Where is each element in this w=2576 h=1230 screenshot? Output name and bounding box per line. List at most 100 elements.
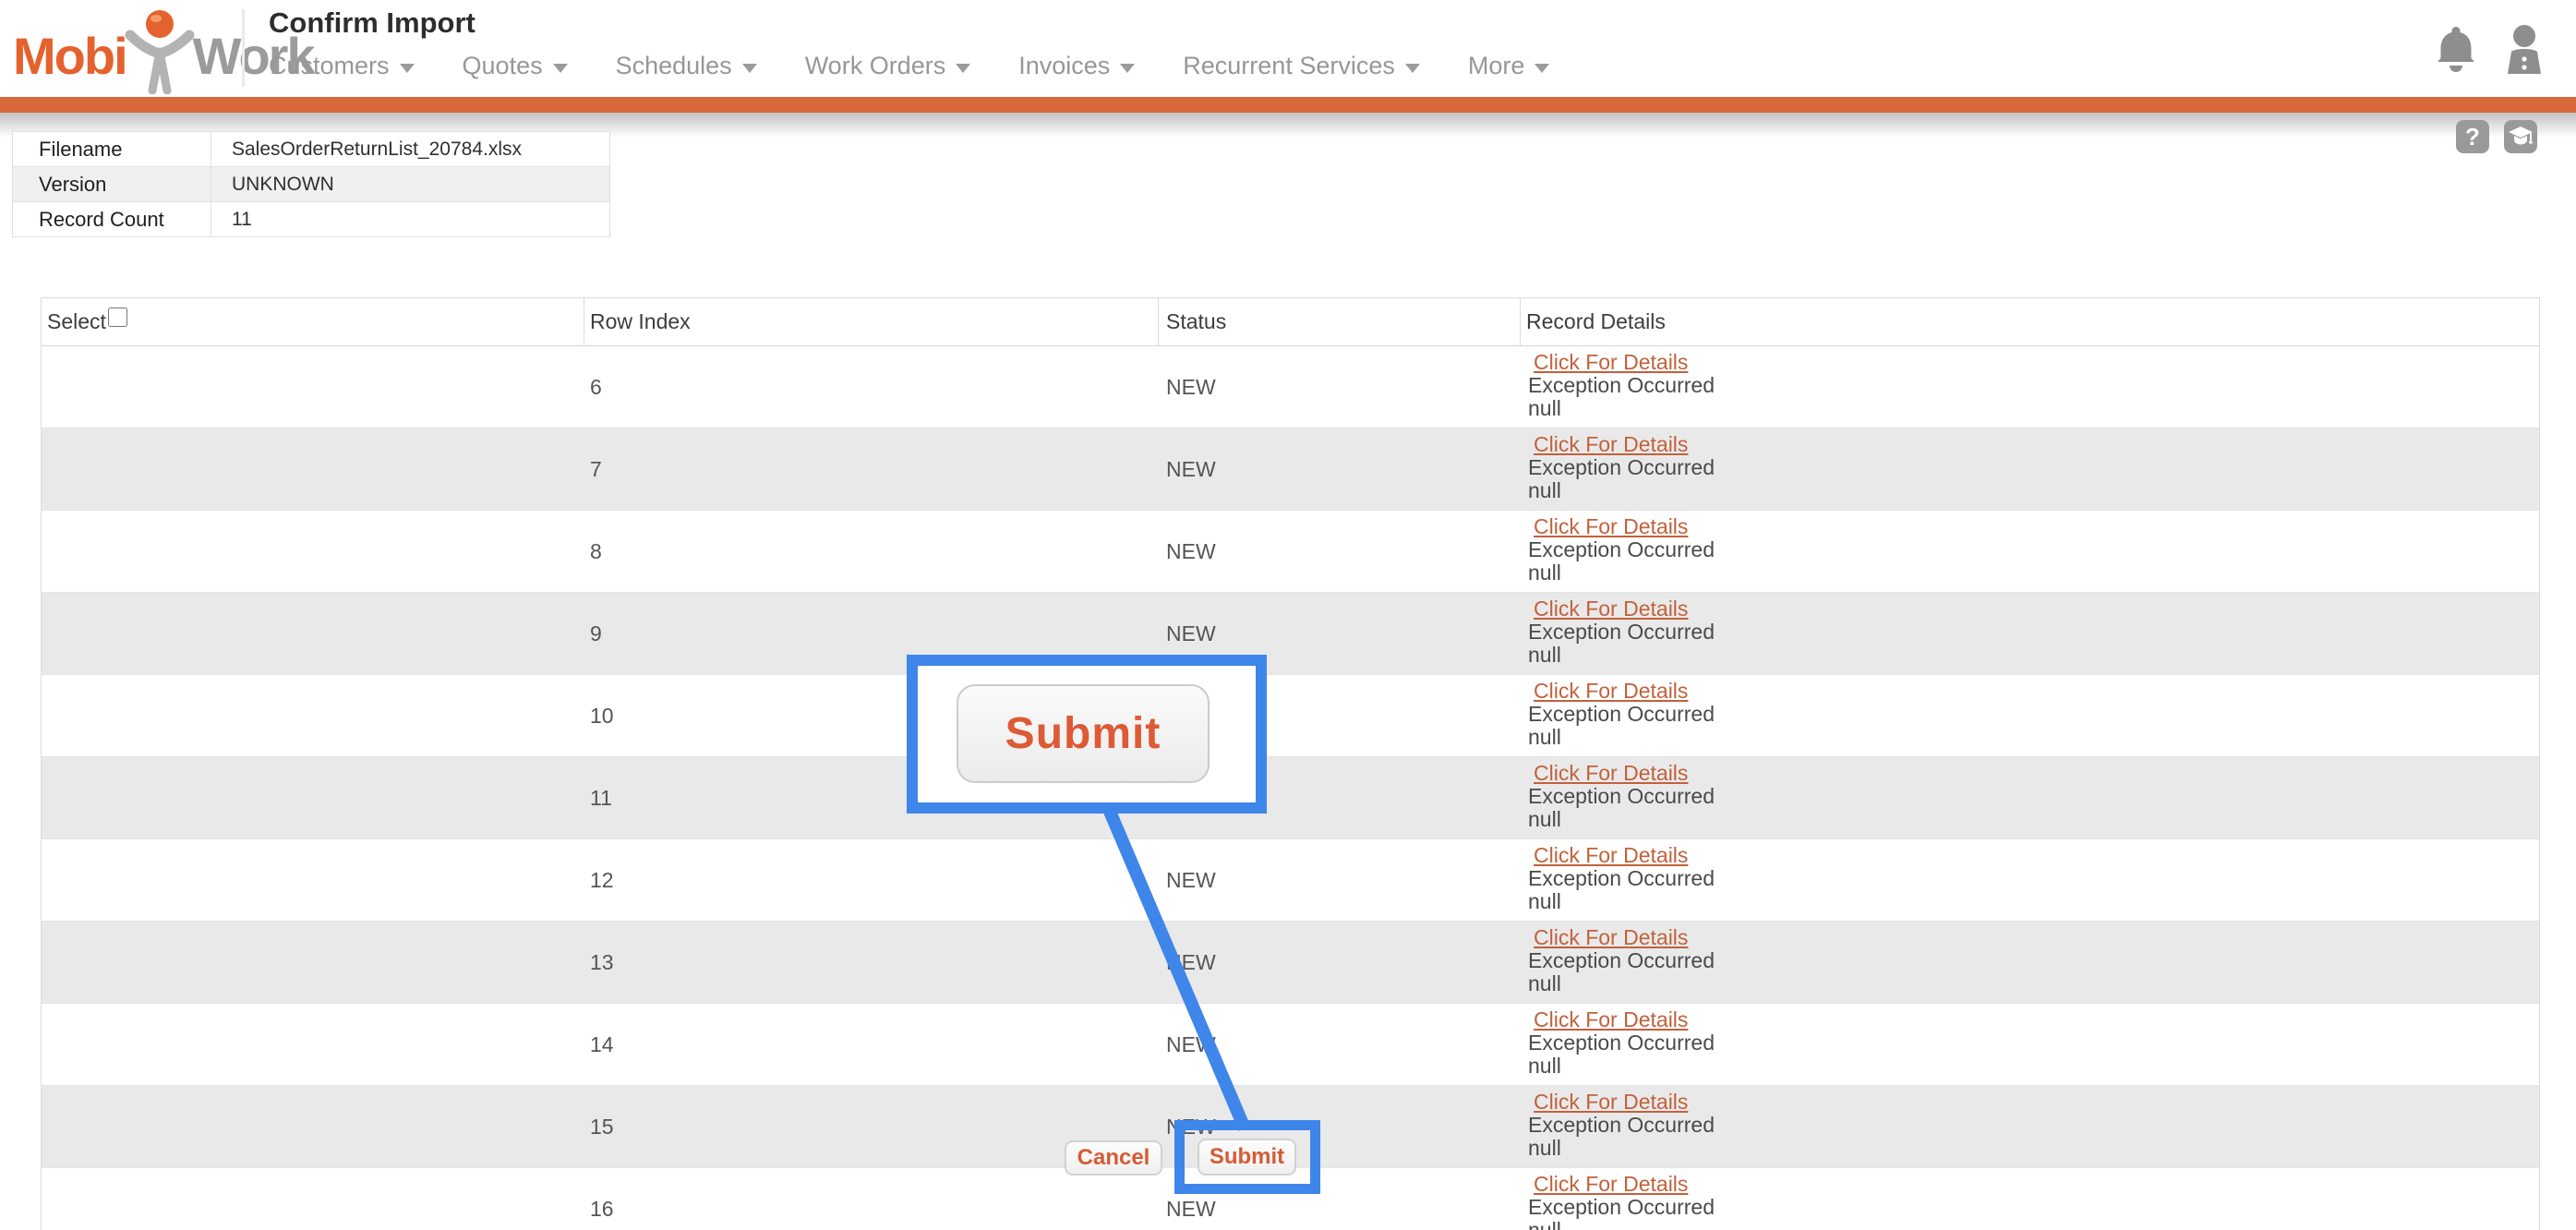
notifications-bell-icon[interactable] <box>2436 25 2476 73</box>
table-row: 12 NEW Click For Details Exception Occur… <box>42 839 2539 922</box>
row-index-cell: 12 <box>584 839 1159 921</box>
cancel-button[interactable]: Cancel <box>1065 1140 1162 1176</box>
tutorials-button[interactable] <box>2504 120 2537 153</box>
question-mark-icon: ? <box>2465 123 2480 151</box>
record-details-cell: Click For Details Exception Occurred nul… <box>1521 922 2539 1003</box>
nav-item-work-orders[interactable]: Work Orders <box>805 52 971 80</box>
info-label: Filename <box>13 132 211 166</box>
details-exception-text: Exception Occurred <box>1528 784 1715 808</box>
click-for-details-link[interactable]: Click For Details <box>1534 1173 1688 1196</box>
chevron-down-icon <box>742 64 757 73</box>
status-cell: NEW <box>1159 428 1521 510</box>
brand-accent-bar <box>0 97 2576 113</box>
record-details-cell: Click For Details Exception Occurred nul… <box>1521 1086 2539 1167</box>
graduation-cap-icon <box>2508 125 2534 149</box>
table-row: 14 NEW Click For Details Exception Occur… <box>42 1004 2539 1086</box>
header-divider <box>242 9 245 87</box>
info-value-filename: SalesOrderReturnList_20784.xlsx <box>211 139 522 161</box>
details-exception-text: Exception Occurred <box>1528 866 1715 890</box>
info-row-filename: Filename SalesOrderReturnList_20784.xlsx <box>13 132 609 167</box>
import-records-table: Select Row Index Status Record Details 6… <box>41 297 2540 1230</box>
row-index-cell: 8 <box>584 511 1159 592</box>
column-header-row-index: Row Index <box>584 298 1159 345</box>
table-row: 9 NEW Click For Details Exception Occurr… <box>42 593 2539 675</box>
table-row: 16 NEW Click For Details Exception Occur… <box>42 1168 2539 1230</box>
table-body: 6 NEW Click For Details Exception Occurr… <box>42 346 2539 1230</box>
status-cell: NEW <box>1159 1004 1521 1085</box>
select-cell <box>42 1004 584 1085</box>
click-for-details-link[interactable]: Click For Details <box>1534 844 1688 867</box>
record-details-cell: Click For Details Exception Occurred nul… <box>1521 428 2539 510</box>
nav-item-schedules[interactable]: Schedules <box>616 52 757 80</box>
nav-item-recurrent-services[interactable]: Recurrent Services <box>1183 52 1420 80</box>
status-cell: NEW <box>1159 511 1521 592</box>
nav-item-customers[interactable]: Customers <box>269 52 415 80</box>
row-index-cell: 7 <box>584 428 1159 510</box>
record-details-cell: Click For Details Exception Occurred nul… <box>1521 511 2539 592</box>
select-cell <box>42 593 584 674</box>
record-details-cell: Click For Details Exception Occurred nul… <box>1521 1004 2539 1085</box>
click-for-details-link[interactable]: Click For Details <box>1534 926 1688 949</box>
click-for-details-link[interactable]: Click For Details <box>1534 1091 1688 1114</box>
main-navigation: Customers Quotes Schedules Work Orders I… <box>269 52 1549 80</box>
submit-button[interactable]: Submit <box>1198 1139 1296 1176</box>
chevron-down-icon <box>956 64 970 73</box>
table-row: 11 NEW Click For Details Exception Occur… <box>42 757 2539 839</box>
table-row: 10 NEW Click For Details Exception Occur… <box>42 675 2539 757</box>
details-null-text: null <box>1528 1136 1561 1160</box>
details-null-text: null <box>1528 478 1561 502</box>
details-exception-text: Exception Occurred <box>1528 373 1715 397</box>
info-label: Version <box>13 167 211 201</box>
info-label: Record Count <box>13 202 211 236</box>
row-index-cell: 6 <box>584 346 1159 428</box>
column-header-select: Select <box>42 298 584 345</box>
details-exception-text: Exception Occurred <box>1528 455 1715 479</box>
table-header-row: Select Row Index Status Record Details <box>42 298 2539 346</box>
click-for-details-link[interactable]: Click For Details <box>1534 515 1688 538</box>
chevron-down-icon <box>1535 64 1549 73</box>
select-all-checkbox[interactable] <box>108 308 127 327</box>
details-null-text: null <box>1528 889 1561 913</box>
click-for-details-link[interactable]: Click For Details <box>1534 1008 1688 1031</box>
utility-icons: ? <box>2456 120 2537 153</box>
details-null-text: null <box>1528 396 1561 420</box>
select-cell <box>42 346 584 428</box>
record-details-cell: Click For Details Exception Occurred nul… <box>1521 839 2539 921</box>
details-null-text: null <box>1528 971 1561 995</box>
info-value-version: UNKNOWN <box>211 174 334 196</box>
details-null-text: null <box>1528 1054 1561 1078</box>
submit-button-callout: Submit <box>907 655 1267 814</box>
click-for-details-link[interactable]: Click For Details <box>1534 597 1688 621</box>
click-for-details-link[interactable]: Click For Details <box>1534 762 1688 785</box>
details-null-text: null <box>1528 643 1561 667</box>
help-button[interactable]: ? <box>2456 120 2489 153</box>
info-value-record-count: 11 <box>211 209 252 231</box>
select-cell <box>42 675 584 756</box>
status-cell: NEW <box>1159 922 1521 1003</box>
status-cell: NEW <box>1159 839 1521 921</box>
select-cell <box>42 1086 584 1167</box>
click-for-details-link[interactable]: Click For Details <box>1534 433 1688 456</box>
nav-item-quotes[interactable]: Quotes <box>463 52 568 80</box>
details-exception-text: Exception Occurred <box>1528 537 1715 561</box>
click-for-details-link[interactable]: Click For Details <box>1534 680 1688 703</box>
status-cell: NEW <box>1159 346 1521 428</box>
chevron-down-icon <box>400 64 415 73</box>
row-index-cell: 13 <box>584 922 1159 1003</box>
user-account-icon[interactable] <box>2500 24 2548 74</box>
magnified-submit-button: Submit <box>957 684 1210 783</box>
click-for-details-link[interactable]: Click For Details <box>1534 351 1688 374</box>
table-row: 13 NEW Click For Details Exception Occur… <box>42 922 2539 1004</box>
details-null-text: null <box>1528 725 1561 749</box>
info-row-version: Version UNKNOWN <box>13 167 609 202</box>
nav-item-more[interactable]: More <box>1468 52 1550 80</box>
record-details-cell: Click For Details Exception Occurred nul… <box>1521 675 2539 756</box>
nav-item-invoices[interactable]: Invoices <box>1018 52 1135 80</box>
select-cell <box>42 511 584 592</box>
select-cell <box>42 428 584 510</box>
column-header-status: Status <box>1159 298 1521 345</box>
chevron-down-icon <box>1405 64 1420 73</box>
top-header-bar: Mobi Work Confirm Import Customers Quot <box>0 0 2576 97</box>
row-index-cell: 14 <box>584 1004 1159 1085</box>
select-cell <box>42 922 584 1003</box>
